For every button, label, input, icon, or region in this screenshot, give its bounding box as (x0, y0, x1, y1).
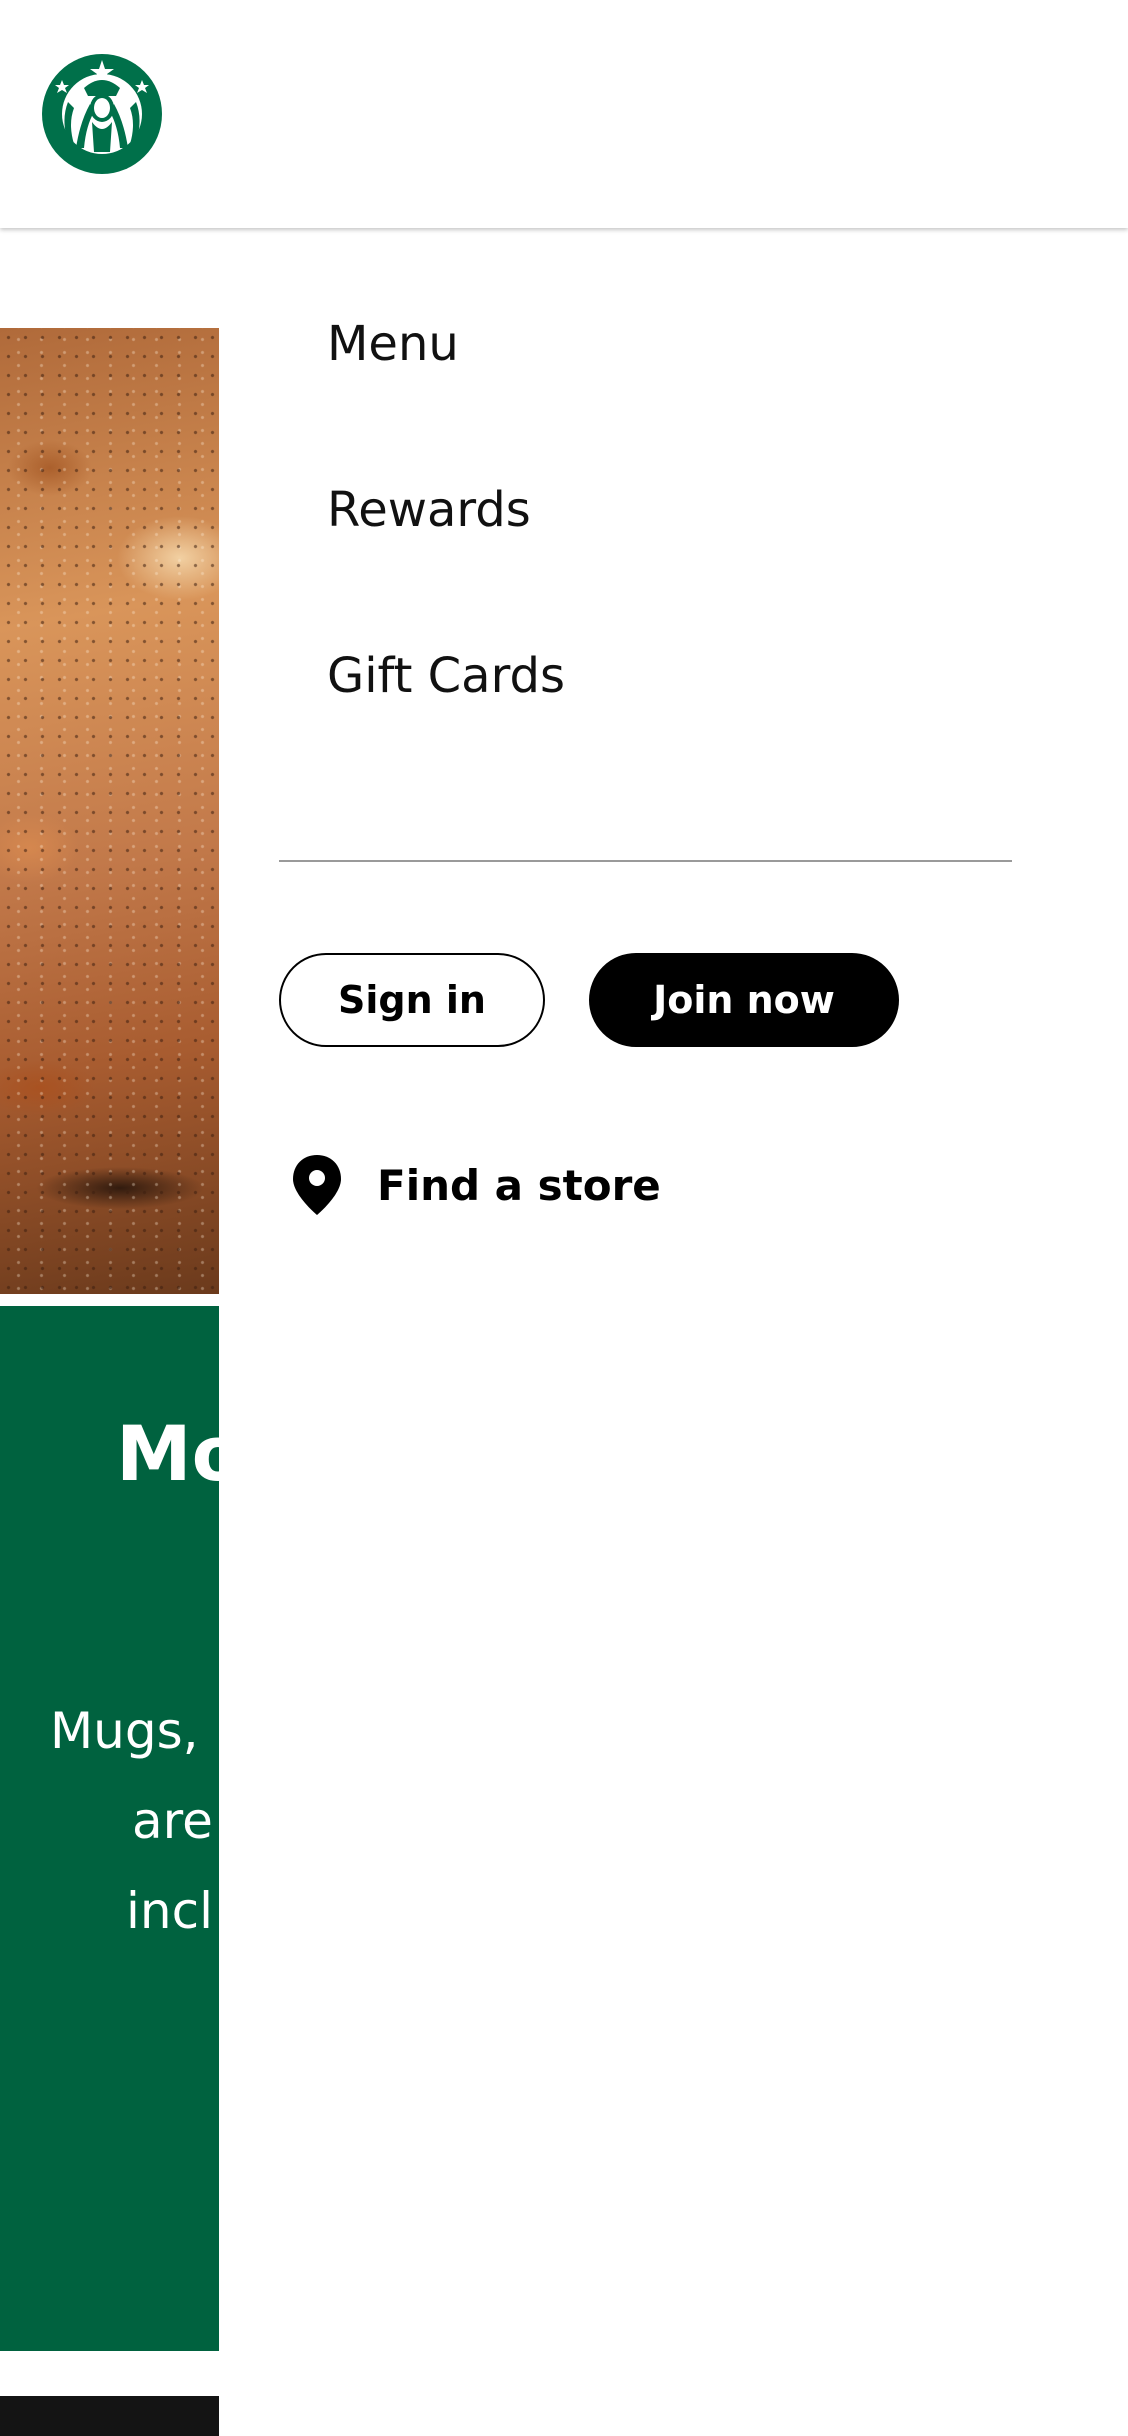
footer-strip (0, 2396, 219, 2436)
sign-in-button[interactable]: Sign in (279, 953, 545, 1047)
navigation-drawer: Menu Rewards Gift Cards Sign in Join now… (219, 228, 1128, 2436)
starbucks-logo-icon[interactable] (40, 52, 164, 176)
find-store-link[interactable]: Find a store (291, 1153, 661, 1217)
divider (279, 860, 1012, 862)
promo-title: Mo (116, 1409, 219, 1498)
promo-body: Mugs, are incl (0, 1686, 219, 1956)
promo-body-line: Mugs, (50, 1702, 199, 1760)
promo-body-line: incl (126, 1882, 213, 1940)
promo-body-line: are (132, 1792, 213, 1850)
nav-item-gift-cards[interactable]: Gift Cards (327, 652, 565, 818)
location-pin-icon (291, 1153, 343, 1217)
nav-item-rewards[interactable]: Rewards (327, 486, 565, 652)
hero-image (0, 328, 219, 1294)
nav-item-menu[interactable]: Menu (327, 320, 565, 486)
join-now-button[interactable]: Join now (589, 953, 899, 1047)
find-store-label: Find a store (377, 1160, 661, 1210)
promo-panel: Mo Mugs, are incl (0, 1306, 219, 2351)
nav-list: Menu Rewards Gift Cards (327, 320, 565, 818)
site-header (0, 0, 1128, 228)
